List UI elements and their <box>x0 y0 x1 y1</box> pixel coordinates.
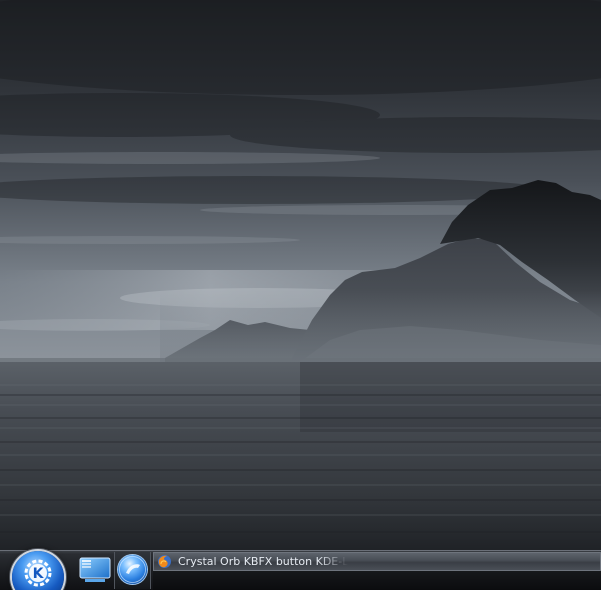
taskbar-window-title: Crystal Orb KBFX button KDE-Look <box>178 555 348 568</box>
svg-text:K: K <box>33 566 45 582</box>
taskbar-window-button[interactable]: Crystal Orb KBFX button KDE-Look <box>153 552 601 571</box>
desktop-wallpaper <box>0 0 601 552</box>
firefox-icon <box>158 555 171 568</box>
show-desktop-button[interactable] <box>79 556 111 584</box>
kde-gear-icon: K <box>24 559 52 587</box>
show-desktop-icon <box>79 557 111 582</box>
konqueror-globe-icon <box>118 555 147 584</box>
konqueror-launcher-button[interactable] <box>114 552 151 589</box>
taskbar-empty-area[interactable] <box>153 571 601 590</box>
desktop[interactable]: K Crystal Orb KBFX button KDE-L <box>0 0 601 590</box>
